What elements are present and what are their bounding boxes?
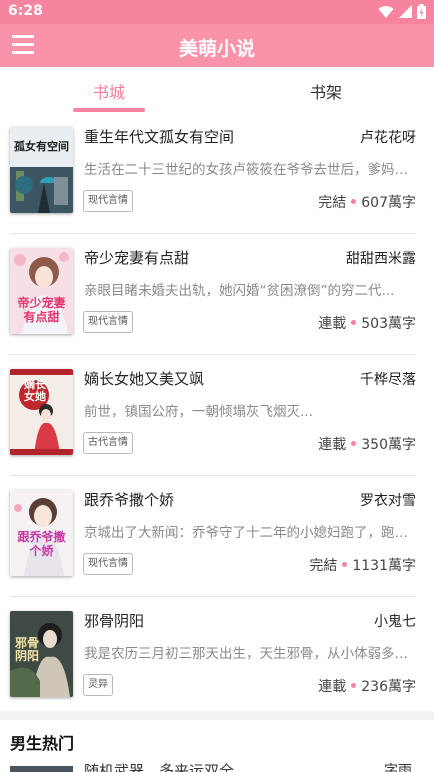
book-cover: 嫡长女她 bbox=[10, 369, 73, 455]
book-item[interactable]: 邪骨阴阳 邪骨阴阳 小鬼七 我是农历三月初三那天出生，天生邪骨，从小体弱多病..… bbox=[0, 597, 434, 718]
book-author: 甜甜西米露 bbox=[346, 251, 416, 267]
book-item[interactable]: 帝少宠妻有点甜 帝少宠妻有点甜 甜甜西米露 亲眼目睹未婚夫出轨，她闪婚“贫困潦倒… bbox=[0, 234, 434, 355]
book-status: 連載 bbox=[318, 679, 347, 695]
book-word-count: 1131萬字 bbox=[352, 558, 416, 574]
tab-bookstore[interactable]: 书城 bbox=[64, 79, 154, 103]
genre-tag: 古代言情 bbox=[83, 432, 133, 454]
cover-title: 帝少宠妻有点甜 bbox=[17, 296, 66, 324]
book-meta: 連載 350萬字 bbox=[318, 434, 416, 454]
book-cover: 帝少宠妻有点甜 bbox=[10, 248, 73, 334]
book-title: 邪骨阴阳 bbox=[84, 612, 145, 630]
status-bar: 6:28 bbox=[0, 0, 434, 24]
book-status: 完結 bbox=[318, 195, 347, 211]
book-title: 跟乔爷撒个娇 bbox=[84, 491, 175, 509]
book-author: 小鬼七 bbox=[374, 614, 416, 630]
book-author: 卢花花呀 bbox=[360, 130, 416, 146]
book-meta: 連載 236萬字 bbox=[318, 676, 416, 696]
tab-bar: 书城 书架 bbox=[0, 67, 434, 113]
book-author: 罗衣对雪 bbox=[360, 493, 416, 509]
book-status: 完結 bbox=[309, 558, 338, 574]
genre-tag: 现代言情 bbox=[83, 553, 133, 575]
dot-separator bbox=[351, 199, 357, 204]
book-description: 我是农历三月初三那天出生，天生邪骨，从小体弱多病... bbox=[84, 646, 417, 662]
battery-icon bbox=[417, 4, 426, 19]
book-item[interactable]: 跟乔爷撒个娇 跟乔爷撒个娇 罗衣对雪 京城出了大新闻：乔爷守了十二年的小媳妇跑了… bbox=[0, 476, 434, 597]
book-author: 字雨 bbox=[384, 763, 412, 772]
genre-tag: 现代言情 bbox=[83, 311, 133, 333]
dot-separator bbox=[351, 320, 357, 325]
dot-separator bbox=[342, 562, 348, 567]
book-cover: 邪骨阴阳 bbox=[10, 611, 73, 697]
dot-separator bbox=[351, 441, 357, 446]
book-description: 京城出了大新闻：乔爷守了十二年的小媳妇跑了，跑了... bbox=[84, 525, 417, 541]
book-cover: 跟乔爷撒个娇 bbox=[10, 490, 73, 576]
status-icons bbox=[378, 4, 426, 19]
book-item-partial[interactable]: 随机武器，多来运双全 字雨 bbox=[0, 762, 434, 772]
genre-tag: 现代言情 bbox=[83, 190, 133, 212]
cover-title: 跟乔爷撒个娇 bbox=[17, 530, 66, 558]
book-title: 重生年代文孤女有空间 bbox=[84, 128, 235, 146]
book-cover: 孤女有空间 bbox=[10, 127, 73, 213]
cellular-signal-icon bbox=[399, 4, 412, 18]
book-word-count: 607萬字 bbox=[361, 195, 416, 211]
tab-indicator bbox=[73, 108, 145, 112]
book-meta: 完結 607萬字 bbox=[318, 192, 416, 212]
book-word-count: 350萬字 bbox=[361, 437, 416, 453]
book-title: 嫡长女她又美又飒 bbox=[84, 370, 205, 388]
genre-tag: 灵异 bbox=[83, 674, 113, 696]
section-spacer bbox=[0, 711, 434, 720]
tab-bookshelf[interactable]: 书架 bbox=[281, 79, 371, 103]
book-description: 生活在二十三世纪的女孩卢筱筱在爷爷去世后，爹妈不... bbox=[84, 162, 417, 178]
app-bar: 美萌小说 bbox=[0, 24, 434, 67]
book-word-count: 236萬字 bbox=[361, 679, 416, 695]
book-meta: 連載 503萬字 bbox=[318, 313, 416, 333]
book-description: 前世，镇国公府，一朝倾塌灰飞烟灭... bbox=[84, 404, 313, 420]
book-cover bbox=[10, 766, 73, 772]
book-title: 随机武器，多来运双全 bbox=[84, 762, 235, 772]
book-description: 亲眼目睹未婚夫出轨，她闪婚“贫困潦倒”的穷二代... bbox=[84, 283, 395, 299]
dot-separator bbox=[351, 683, 357, 688]
book-meta: 完結 1131萬字 bbox=[309, 555, 416, 575]
app-title: 美萌小说 bbox=[178, 38, 255, 60]
cover-title: 孤女有空间 bbox=[14, 140, 69, 153]
book-status: 連載 bbox=[318, 316, 347, 332]
book-list: 孤女有空间 重生年代文孤女有空间 卢花花呀 生活在二十三世纪的女孩卢筱筱在爷爷去… bbox=[0, 113, 434, 718]
book-word-count: 503萬字 bbox=[361, 316, 416, 332]
book-item[interactable]: 嫡长女她 嫡长女她又美又飒 千桦尽落 前世，镇国公府，一朝倾塌灰飞烟灭... 古… bbox=[0, 355, 434, 476]
book-status: 連載 bbox=[318, 437, 347, 453]
book-item[interactable]: 孤女有空间 重生年代文孤女有空间 卢花花呀 生活在二十三世纪的女孩卢筱筱在爷爷去… bbox=[0, 113, 434, 234]
section-title-male-hot: 男生热门 bbox=[10, 734, 75, 753]
cover-title: 嫡长女她 bbox=[24, 378, 46, 403]
cover-title: 邪骨阴阳 bbox=[14, 636, 39, 663]
wifi-icon bbox=[378, 5, 394, 18]
book-title: 帝少宠妻有点甜 bbox=[84, 249, 190, 267]
status-time: 6:28 bbox=[8, 3, 43, 19]
book-author: 千桦尽落 bbox=[360, 372, 416, 388]
